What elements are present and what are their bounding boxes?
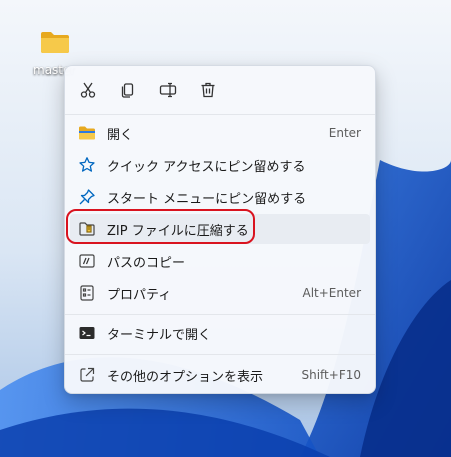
menu-item-open-terminal[interactable]: ターミナルで開く	[70, 318, 370, 348]
rename-icon	[159, 82, 177, 98]
pin-icon	[78, 188, 96, 206]
path-copy-icon	[78, 252, 96, 270]
menu-item-label: ターミナルで開く	[107, 327, 212, 343]
menu-item-label: パスのコピー	[107, 255, 186, 271]
trash-icon	[201, 82, 215, 98]
menu-item-label: その他のオプションを表示	[107, 369, 264, 385]
menu-item-label: ZIP ファイルに圧縮する	[107, 223, 249, 239]
copy-icon	[121, 83, 134, 98]
star-icon	[78, 156, 96, 174]
copy-button[interactable]	[112, 75, 144, 105]
rename-button[interactable]	[152, 75, 184, 105]
menu-item-pin-quick-access[interactable]: クイック アクセスにピン留めする	[70, 150, 370, 180]
scissors-icon	[80, 82, 96, 98]
menu-item-properties[interactable]: プロパティ Alt+Enter	[70, 278, 370, 308]
delete-button[interactable]	[192, 75, 224, 105]
menu-divider	[65, 314, 375, 315]
terminal-icon	[78, 324, 96, 342]
zip-icon	[78, 220, 96, 238]
menu-item-pin-start[interactable]: スタート メニューにピン留めする	[70, 182, 370, 212]
menu-item-shortcut: Shift+F10	[301, 368, 361, 382]
menu-item-shortcut: Alt+Enter	[302, 286, 361, 300]
folder-icon	[41, 32, 69, 53]
menu-item-open[interactable]: 開く Enter	[70, 118, 370, 148]
menu-divider	[65, 114, 375, 115]
menu-item-copy-path[interactable]: パスのコピー	[70, 246, 370, 276]
cut-button[interactable]	[72, 75, 104, 105]
menu-item-more-options[interactable]: その他のオプションを表示 Shift+F10	[70, 360, 370, 390]
properties-icon	[78, 284, 96, 302]
menu-item-compress-zip[interactable]: ZIP ファイルに圧縮する	[70, 214, 370, 244]
quick-action-bar	[65, 72, 375, 108]
folder-icon	[78, 124, 96, 142]
menu-item-label: スタート メニューにピン留めする	[107, 191, 307, 207]
menu-item-label: 開く	[107, 127, 134, 143]
more-options-icon	[78, 366, 96, 384]
menu-item-label: クイック アクセスにピン留めする	[107, 159, 306, 175]
menu-divider	[65, 354, 375, 355]
menu-item-shortcut: Enter	[328, 126, 361, 140]
menu-item-label: プロパティ	[107, 287, 172, 303]
context-menu: 開く Enter クイック アクセスにピン留めする スタート メニューにピン留め…	[64, 65, 376, 394]
